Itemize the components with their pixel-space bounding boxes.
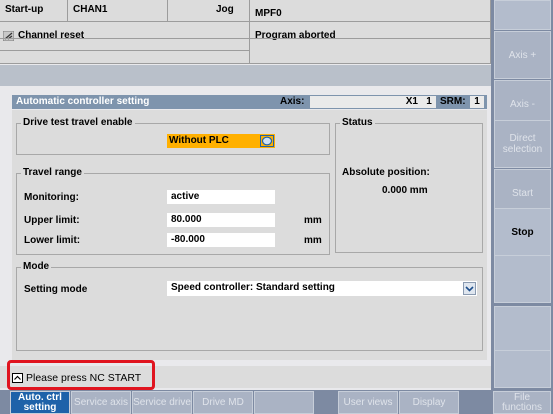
channel-status-text: Channel reset: [18, 30, 85, 41]
program-status: Program aborted: [250, 22, 491, 64]
right-softkey-top: [494, 0, 551, 30]
auto-ctrl-setting-button[interactable]: Auto. ctrl setting: [10, 391, 70, 414]
op-mode-label: Jog: [168, 0, 250, 22]
highlight-box: [7, 360, 155, 390]
mode-group: Mode: [16, 261, 483, 351]
upper-limit-unit: mm: [304, 215, 322, 226]
axis-plus-button[interactable]: Axis +: [494, 31, 551, 79]
drive-test-value: Without PLC: [169, 135, 229, 146]
srm-value: 1: [470, 96, 484, 108]
drive-md-button[interactable]: Drive MD: [193, 391, 253, 414]
direct-selection-button[interactable]: Direct selection: [494, 120, 551, 168]
setting-mode-select[interactable]: Speed controller: Standard setting: [167, 281, 477, 296]
right-softkey-7[interactable]: [494, 306, 551, 354]
channel-reset-icon: [3, 31, 14, 41]
monitoring-field[interactable]: active: [167, 190, 275, 204]
user-views-button[interactable]: User views: [338, 391, 398, 414]
setting-mode-value: Speed controller: Standard setting: [171, 282, 335, 293]
mode-title: Mode: [21, 261, 52, 272]
travel-range-title: Travel range: [21, 167, 84, 178]
status-title: Status: [340, 117, 375, 128]
monitoring-label: Monitoring:: [24, 192, 79, 203]
stop-button[interactable]: Stop: [494, 208, 551, 256]
file-functions-button[interactable]: File functions: [493, 391, 551, 414]
toggle-icon[interactable]: [260, 135, 274, 147]
channel-status: Channel reset: [0, 22, 250, 64]
drive-test-toggle[interactable]: Without PLC: [167, 134, 275, 148]
upper-limit-field[interactable]: 80.000: [167, 213, 275, 227]
bottom-softkey-5[interactable]: [254, 391, 314, 414]
service-axis-button[interactable]: Service axis: [71, 391, 131, 414]
axis-name-box: X1: [310, 96, 422, 108]
chevron-down-icon[interactable]: [463, 282, 476, 295]
panel-title: Automatic controller setting: [16, 96, 150, 107]
channel-label: CHAN1: [68, 0, 168, 22]
drive-test-title: Drive test travel enable: [21, 117, 135, 128]
axis-number: 1: [422, 96, 436, 108]
axis-name: X1: [405, 96, 418, 107]
right-softkey-8[interactable]: [494, 350, 551, 388]
lower-limit-unit: mm: [304, 235, 322, 246]
service-drive-button[interactable]: Service drive: [132, 391, 192, 414]
lower-limit-field[interactable]: -80.000: [167, 233, 275, 247]
absolute-position-value: 0.000 mm: [382, 185, 428, 196]
absolute-position-label: Absolute position:: [342, 167, 430, 178]
display-button[interactable]: Display: [399, 391, 459, 414]
header-strip: [0, 65, 491, 86]
program-name: MPF0: [250, 0, 491, 22]
program-status-text: Program aborted: [255, 30, 336, 41]
main-panel: Drive test travel enable Without PLC Sta…: [12, 110, 487, 360]
upper-limit-label: Upper limit:: [24, 215, 80, 226]
setting-mode-label: Setting mode: [24, 284, 88, 295]
lower-limit-label: Lower limit:: [24, 235, 81, 246]
mode-label: Start-up: [0, 0, 68, 22]
right-softkey-6[interactable]: [494, 255, 551, 303]
srm-label: SRM:: [440, 96, 466, 107]
panel-title-bar: Automatic controller setting Axis: X1 1 …: [12, 95, 487, 109]
axis-label: Axis:: [280, 96, 305, 107]
